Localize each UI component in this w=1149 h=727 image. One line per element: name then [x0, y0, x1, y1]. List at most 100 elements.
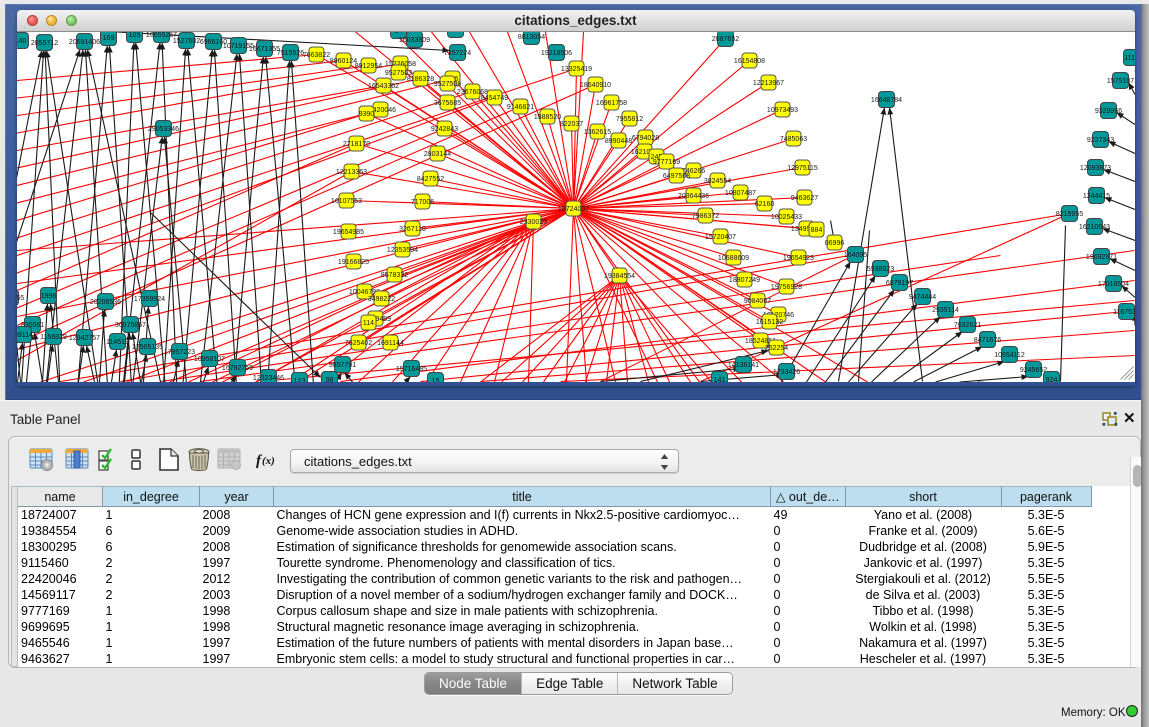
svg-text:17957223: 17957223 [163, 349, 194, 356]
svg-text:19384554: 19384554 [603, 273, 634, 280]
svg-text:3267110: 3267110 [399, 226, 426, 233]
svg-text:252254: 252254 [764, 345, 787, 352]
svg-text:9245652: 9245652 [1019, 367, 1046, 374]
svg-text:10025433: 10025433 [770, 214, 801, 221]
svg-text:12093873: 12093873 [1079, 165, 1110, 172]
svg-text:6497568: 6497568 [662, 173, 689, 180]
svg-text:8215955: 8215955 [1055, 211, 1082, 218]
svg-text:2087652: 2087652 [711, 36, 738, 43]
svg-text:9463627: 9463627 [790, 195, 817, 202]
svg-text:9390: 9390 [358, 111, 374, 118]
svg-text:12353594: 12353594 [386, 247, 417, 254]
svg-text:16154808: 16154808 [733, 58, 764, 65]
svg-text:9227343: 9227343 [1086, 137, 1113, 144]
svg-text:20364436: 20364436 [677, 193, 708, 200]
svg-text:8186328: 8186328 [406, 76, 433, 83]
svg-text:16961758: 16961758 [595, 100, 626, 107]
svg-text:20691406: 20691406 [68, 39, 99, 46]
svg-text:10807487: 10807487 [724, 190, 755, 197]
svg-text:1691144: 1691144 [377, 340, 404, 347]
svg-text:19692971: 19692971 [1085, 254, 1116, 261]
svg-text:10688609: 10688609 [717, 255, 748, 262]
svg-text:16033809: 16033809 [398, 37, 429, 44]
svg-text:884: 884 [810, 227, 822, 234]
svg-text:12505135: 12505135 [131, 344, 162, 351]
svg-text:1156829: 1156829 [40, 334, 67, 341]
svg-text:9857791: 9857791 [328, 362, 355, 369]
svg-text:19654923: 19654923 [782, 255, 813, 262]
svg-text:1588520: 1588520 [533, 114, 560, 121]
svg-text:15720407: 15720407 [704, 234, 735, 241]
svg-text:12975115: 12975115 [787, 165, 818, 172]
svg-text:8990448: 8990448 [604, 138, 631, 145]
svg-text:17359924: 17359924 [133, 296, 164, 303]
svg-text:8960124: 8960124 [329, 58, 356, 65]
svg-text:06996: 06996 [824, 240, 844, 247]
svg-text:18807249: 18807249 [728, 277, 759, 284]
svg-text:3675685: 3675685 [433, 100, 460, 107]
svg-text:16648784: 16648784 [870, 97, 901, 104]
svg-text:8912954: 8912954 [354, 63, 381, 70]
svg-text:16543362: 16543362 [367, 83, 398, 90]
svg-text:12323446: 12323446 [252, 375, 283, 382]
svg-text:62160: 62160 [754, 201, 774, 208]
svg-text:1527602: 1527602 [172, 38, 199, 45]
svg-text:1167533: 1167533 [1113, 309, 1135, 316]
svg-text:8427552: 8427552 [416, 176, 443, 183]
svg-text:7632621: 7632621 [953, 322, 980, 329]
svg-text:10973493: 10973493 [766, 107, 797, 114]
svg-text:9242843: 9242843 [430, 126, 457, 133]
svg-text:12942757: 12942757 [68, 335, 99, 342]
svg-text:2935114: 2935114 [932, 307, 959, 314]
svg-text:7955812: 7955812 [615, 116, 642, 123]
svg-text:1362615: 1362615 [583, 129, 610, 136]
svg-text:1244415: 1244415 [1082, 193, 1109, 200]
svg-text:16671355: 16671355 [248, 46, 279, 53]
svg-text:1112: 1112 [1124, 55, 1135, 62]
svg-text:8471676: 8471676 [973, 337, 1000, 344]
svg-text:5938923: 5938923 [866, 266, 893, 273]
svg-text:(x): (x) [262, 455, 275, 467]
svg-text:164095: 164095 [843, 252, 866, 259]
svg-text:7357224: 7357224 [443, 50, 470, 57]
svg-text:9474444: 9474444 [908, 294, 935, 301]
svg-text:30975867: 30975867 [114, 322, 145, 329]
svg-text:169: 169 [102, 35, 114, 42]
svg-text:17016504: 17016504 [1097, 281, 1128, 288]
svg-text:15716485: 15716485 [395, 366, 426, 373]
svg-text:2718170: 2718170 [342, 141, 369, 148]
svg-text:7485063: 7485063 [779, 136, 806, 143]
svg-text:13325419: 13325419 [560, 66, 591, 73]
svg-text:6794028: 6794028 [631, 135, 658, 142]
svg-text:1733426: 1733426 [772, 369, 799, 376]
svg-text:98: 98 [325, 377, 333, 382]
svg-text:9146821: 9146821 [506, 104, 533, 111]
svg-text:123: 123 [293, 378, 305, 382]
svg-text:140: 140 [17, 38, 26, 45]
svg-text:15: 15 [431, 378, 439, 382]
svg-text:19166825: 19166825 [337, 259, 368, 266]
svg-text:9084067: 9084067 [743, 298, 770, 305]
svg-text:2803144: 2803144 [423, 151, 450, 158]
svg-text:141: 141 [713, 377, 725, 382]
svg-text:105: 105 [128, 32, 140, 39]
svg-text:18640910: 18640910 [579, 82, 610, 89]
svg-text:9: 9 [453, 32, 457, 34]
svg-text:18724007: 18724007 [557, 206, 588, 213]
svg-text:7515526: 7515526 [276, 50, 303, 57]
svg-text:10654112: 10654112 [994, 352, 1025, 359]
svg-text:7986372: 7986372 [691, 213, 718, 220]
svg-text:84: 84 [394, 32, 402, 35]
svg-text:39114: 39114 [17, 332, 33, 339]
svg-text:2055712: 2055712 [30, 40, 57, 47]
svg-text:8813054: 8813054 [517, 34, 544, 41]
svg-text:717006: 717006 [410, 199, 433, 206]
svg-text:7663822: 7663822 [302, 52, 329, 59]
svg-text:1615132: 1615132 [755, 319, 782, 326]
svg-text:114: 114 [362, 320, 373, 327]
svg-text:12213363: 12213363 [335, 169, 366, 176]
svg-text:9777169: 9777169 [652, 159, 679, 166]
svg-text:9527508: 9527508 [433, 81, 460, 88]
svg-text:20206536: 20206536 [89, 299, 120, 306]
svg-text:19654985: 19654985 [332, 229, 363, 236]
